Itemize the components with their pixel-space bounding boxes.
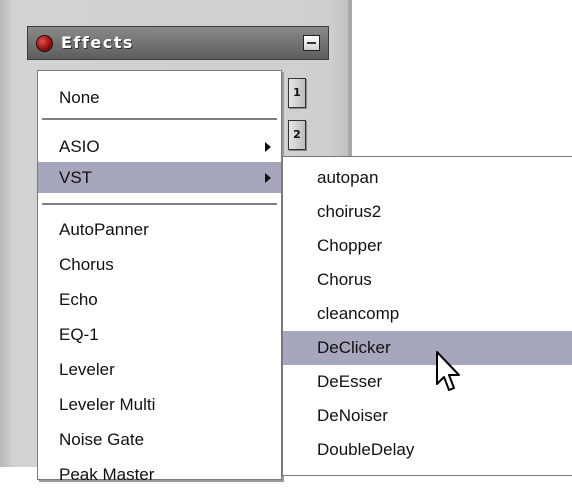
led-indicator-icon <box>37 36 52 51</box>
submenu-item-deesser[interactable]: DeEsser <box>283 365 572 399</box>
slot-button-2[interactable]: 2 <box>288 120 306 150</box>
menu-item-none[interactable]: None <box>38 82 281 113</box>
menu-item-asio[interactable]: ASIO <box>38 131 281 162</box>
submenu-item-chorus[interactable]: Chorus <box>283 263 572 297</box>
menu-item-echo[interactable]: Echo <box>38 284 281 315</box>
menu-item-label: VST <box>59 168 93 187</box>
menu-item-noise-gate[interactable]: Noise Gate <box>38 424 281 455</box>
mouse-pointer-icon <box>436 351 460 391</box>
submenu-item-denoiser[interactable]: DeNoiser <box>283 399 572 433</box>
menu-item-peak-master[interactable]: Peak Master <box>38 459 281 490</box>
submenu-item-cleancomp[interactable]: cleancomp <box>283 297 572 331</box>
submenu-item-doubledelay[interactable]: DoubleDelay <box>283 433 572 467</box>
effects-menu: None ASIO VST AutoPanner Chorus Echo EQ-… <box>37 70 282 484</box>
submenu-arrow-icon <box>265 142 271 152</box>
slot-button-1[interactable]: 1 <box>288 78 306 108</box>
submenu-item-autopan[interactable]: autopan <box>283 161 572 195</box>
submenu-item-choirus2[interactable]: choirus2 <box>283 195 572 229</box>
vst-submenu: autopan choirus2 Chopper Chorus cleancom… <box>282 156 572 476</box>
submenu-item-chopper[interactable]: Chopper <box>283 229 572 263</box>
submenu-arrow-icon <box>265 173 271 183</box>
menu-item-chorus[interactable]: Chorus <box>38 249 281 280</box>
menu-item-autopanner[interactable]: AutoPanner <box>38 214 281 245</box>
effects-title: Effects <box>61 33 134 52</box>
menu-item-label: ASIO <box>59 137 100 156</box>
menu-item-leveler-multi[interactable]: Leveler Multi <box>38 389 281 420</box>
collapse-icon[interactable] <box>303 35 320 51</box>
menu-separator <box>42 118 277 120</box>
menu-separator <box>42 203 277 205</box>
menu-item-eq1[interactable]: EQ-1 <box>38 319 281 350</box>
submenu-item-declicker[interactable]: DeClicker <box>283 331 572 365</box>
menu-item-leveler[interactable]: Leveler <box>38 354 281 385</box>
effects-header: Effects <box>27 26 329 60</box>
menu-item-vst[interactable]: VST <box>38 162 281 193</box>
